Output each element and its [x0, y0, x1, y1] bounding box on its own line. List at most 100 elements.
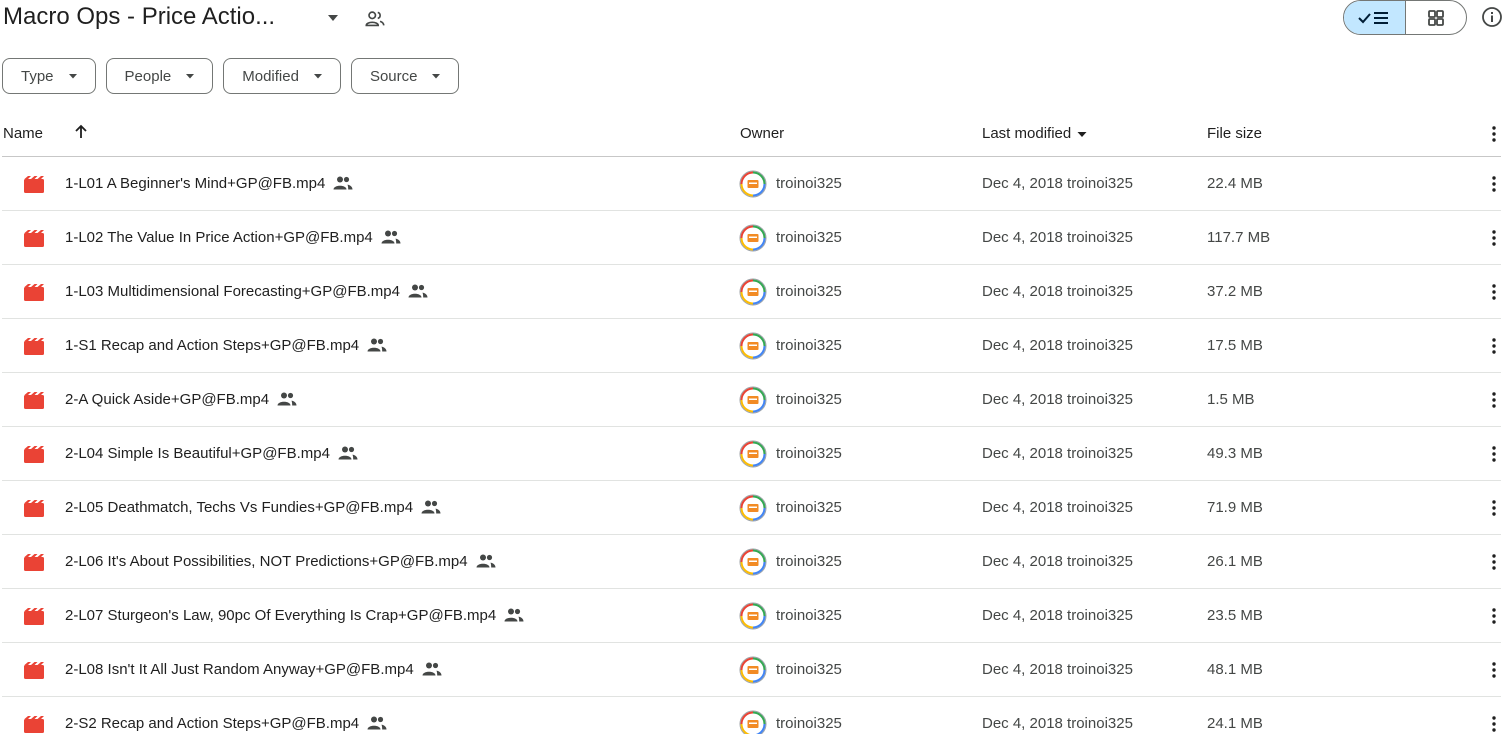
chip-label: People	[124, 67, 172, 85]
check-list-icon	[1358, 11, 1389, 24]
file-size-column-header[interactable]: File size	[1207, 125, 1262, 142]
owner-avatar	[739, 332, 767, 360]
sort-ascending-icon[interactable]	[72, 123, 90, 141]
file-name[interactable]: 2-A Quick Aside+GP@FB.mp4	[65, 391, 297, 408]
file-name[interactable]: 1-S1 Recap and Action Steps+GP@FB.mp4	[65, 337, 387, 354]
owner-avatar	[739, 602, 767, 630]
table-row[interactable]: 2-L06 It's About Possibilities, NOT Pred…	[2, 535, 1501, 589]
file-modified: Dec 4, 2018 troinoi325	[982, 661, 1133, 678]
shared-icon	[367, 716, 387, 730]
last-modified-label: Last modified	[982, 125, 1072, 142]
owner-avatar	[739, 710, 767, 734]
file-size: 49.3 MB	[1207, 445, 1263, 462]
table-row[interactable]: 2-L08 Isn't It All Just Random Anyway+GP…	[2, 643, 1501, 697]
table-row[interactable]: 2-L04 Simple Is Beautiful+GP@FB.mp4 troi…	[2, 427, 1501, 481]
file-list: Name Owner Last modified File size 1-L01…	[0, 110, 1503, 734]
file-size: 71.9 MB	[1207, 499, 1263, 516]
chip-label: Source	[369, 67, 418, 85]
file-modified: Dec 4, 2018 troinoi325	[982, 715, 1133, 732]
video-file-icon	[24, 176, 44, 193]
sort-caret-down-icon	[1077, 131, 1087, 137]
owner-avatar	[739, 278, 767, 306]
more-vert-icon[interactable]	[1486, 390, 1502, 410]
more-vert-icon[interactable]	[1486, 282, 1502, 302]
shared-icon	[408, 284, 428, 298]
shared-icon	[381, 230, 401, 244]
source-filter-chip[interactable]: Source	[350, 58, 460, 94]
table-row[interactable]: 1-L03 Multidimensional Forecasting+GP@FB…	[2, 265, 1501, 319]
file-name[interactable]: 2-L06 It's About Possibilities, NOT Pred…	[65, 553, 496, 570]
file-owner: troinoi325	[776, 445, 842, 462]
video-file-icon	[24, 716, 44, 733]
file-name-text: 1-L03 Multidimensional Forecasting+GP@FB…	[65, 283, 400, 300]
table-row[interactable]: 1-S1 Recap and Action Steps+GP@FB.mp4 tr…	[2, 319, 1501, 373]
chevron-down-icon	[186, 74, 195, 79]
file-size: 48.1 MB	[1207, 661, 1263, 678]
people-filter-chip[interactable]: People	[105, 58, 214, 94]
more-vert-icon[interactable]	[1486, 124, 1502, 144]
file-name[interactable]: 2-S2 Recap and Action Steps+GP@FB.mp4	[65, 715, 387, 732]
filter-chips: Type People Modified Source	[2, 58, 460, 94]
name-column-header[interactable]: Name	[3, 125, 43, 142]
video-file-icon	[24, 284, 44, 301]
file-size: 117.7 MB	[1207, 229, 1271, 246]
file-size: 24.1 MB	[1207, 715, 1263, 732]
type-filter-chip[interactable]: Type	[2, 58, 96, 94]
shared-icon	[277, 392, 297, 406]
chip-label: Type	[21, 67, 54, 85]
table-row[interactable]: 2-L05 Deathmatch, Techs Vs Fundies+GP@FB…	[2, 481, 1501, 535]
table-row[interactable]: 1-L01 A Beginner's Mind+GP@FB.mp4 troino…	[2, 157, 1501, 211]
file-name-text: 1-L02 The Value In Price Action+GP@FB.mp…	[65, 229, 373, 246]
more-vert-icon[interactable]	[1486, 228, 1502, 248]
owner-avatar	[739, 494, 767, 522]
table-header: Name Owner Last modified File size	[2, 110, 1501, 157]
file-name[interactable]: 2-L07 Sturgeon's Law, 90pc Of Everything…	[65, 607, 524, 624]
video-file-icon	[24, 392, 44, 409]
info-icon[interactable]	[1481, 6, 1503, 28]
more-vert-icon[interactable]	[1486, 606, 1502, 626]
table-row[interactable]: 2-S2 Recap and Action Steps+GP@FB.mp4 tr…	[2, 697, 1501, 734]
video-file-icon	[24, 338, 44, 355]
file-name-text: 2-A Quick Aside+GP@FB.mp4	[65, 391, 270, 408]
file-name[interactable]: 1-L01 A Beginner's Mind+GP@FB.mp4	[65, 175, 353, 192]
file-size: 23.5 MB	[1207, 607, 1263, 624]
chevron-down-icon	[432, 74, 441, 79]
folder-menu-caret-icon[interactable]	[326, 11, 340, 25]
file-name[interactable]: 1-L02 The Value In Price Action+GP@FB.mp…	[65, 229, 401, 246]
table-row[interactable]: 2-L07 Sturgeon's Law, 90pc Of Everything…	[2, 589, 1501, 643]
table-row[interactable]: 2-A Quick Aside+GP@FB.mp4 troinoi325 Dec…	[2, 373, 1501, 427]
file-name-text: 2-L06 It's About Possibilities, NOT Pred…	[65, 553, 468, 570]
file-size: 37.2 MB	[1207, 283, 1263, 300]
more-vert-icon[interactable]	[1486, 660, 1502, 680]
shared-folder-icon[interactable]	[364, 8, 386, 30]
file-name[interactable]: 2-L05 Deathmatch, Techs Vs Fundies+GP@FB…	[65, 499, 441, 516]
file-name-text: 2-L08 Isn't It All Just Random Anyway+GP…	[65, 661, 414, 678]
file-name[interactable]: 1-L03 Multidimensional Forecasting+GP@FB…	[65, 283, 428, 300]
more-vert-icon[interactable]	[1486, 714, 1502, 734]
file-name[interactable]: 2-L04 Simple Is Beautiful+GP@FB.mp4	[65, 445, 358, 462]
owner-column-header[interactable]: Owner	[740, 125, 784, 142]
more-vert-icon[interactable]	[1486, 552, 1502, 572]
list-view-button[interactable]	[1344, 1, 1405, 34]
grid-view-button[interactable]	[1405, 1, 1466, 34]
table-row[interactable]: 1-L02 The Value In Price Action+GP@FB.mp…	[2, 211, 1501, 265]
file-owner: troinoi325	[776, 391, 842, 408]
video-file-icon	[24, 554, 44, 571]
file-modified: Dec 4, 2018 troinoi325	[982, 553, 1133, 570]
more-vert-icon[interactable]	[1486, 444, 1502, 464]
video-file-icon	[24, 230, 44, 247]
file-name[interactable]: 2-L08 Isn't It All Just Random Anyway+GP…	[65, 661, 442, 678]
file-size: 22.4 MB	[1207, 175, 1263, 192]
file-name-text: 1-L01 A Beginner's Mind+GP@FB.mp4	[65, 175, 326, 192]
more-vert-icon[interactable]	[1486, 498, 1502, 518]
last-modified-column-header[interactable]: Last modified	[982, 125, 1087, 142]
view-toggle	[1343, 0, 1467, 35]
more-vert-icon[interactable]	[1486, 174, 1502, 194]
folder-title[interactable]: Macro Ops - Price Actio...	[3, 3, 275, 31]
shared-icon	[333, 176, 353, 190]
file-owner: troinoi325	[776, 715, 842, 732]
file-owner: troinoi325	[776, 229, 842, 246]
owner-avatar	[739, 224, 767, 252]
modified-filter-chip[interactable]: Modified	[223, 58, 341, 94]
more-vert-icon[interactable]	[1486, 336, 1502, 356]
